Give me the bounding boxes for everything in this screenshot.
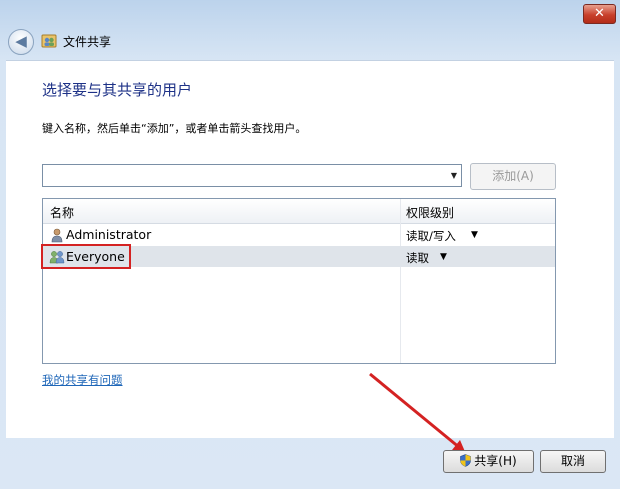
share-button[interactable]: 共享(H) (443, 450, 534, 473)
chevron-down-icon[interactable]: ▼ (471, 230, 478, 240)
list-header: 名称 权限级别 (43, 199, 555, 224)
permission-dropdown[interactable]: 读取 (406, 250, 429, 266)
user-icon (51, 228, 63, 243)
user-name-combobox[interactable]: ▼ (42, 164, 462, 187)
window-frame: ✕ ◀ 文件共享 选择要与其共享的用户 键入名称，然后单击“添加”，或者单击箭头… (0, 0, 620, 489)
instruction-text: 键入名称，然后单击“添加”，或者单击箭头查找用户。 (42, 122, 307, 135)
permission-dropdown[interactable]: 读取/写入 (406, 228, 456, 244)
highlight-annotation-box (41, 244, 131, 269)
sharing-user-list[interactable]: 名称 权限级别 Administrator 读取/写入 ▼ Everyone 读… (42, 198, 556, 364)
cancel-button[interactable]: 取消 (540, 450, 606, 473)
window-title: 文件共享 (63, 35, 112, 49)
back-arrow-icon: ◀ (15, 32, 27, 50)
add-button[interactable]: 添加(A) (470, 163, 556, 190)
close-icon: ✕ (594, 6, 605, 21)
chevron-down-icon[interactable]: ▼ (440, 252, 447, 262)
column-header-permission[interactable]: 权限级别 (406, 204, 454, 221)
help-link[interactable]: 我的共享有问题 (42, 372, 123, 388)
file-sharing-icon (41, 34, 57, 48)
back-button[interactable]: ◀ (8, 29, 34, 55)
dropdown-arrow-icon[interactable]: ▼ (451, 171, 457, 180)
uac-shield-icon (460, 454, 472, 467)
close-button[interactable]: ✕ (583, 4, 616, 24)
table-row-administrator[interactable]: Administrator 读取/写入 ▼ (43, 224, 555, 245)
column-header-name[interactable]: 名称 (50, 204, 74, 221)
row-name: Administrator (66, 227, 152, 242)
page-heading: 选择要与其共享的用户 (42, 81, 193, 99)
permission-value: 读取 (406, 251, 429, 265)
permission-value: 读取/写入 (406, 229, 456, 243)
share-label: 共享(H) (474, 454, 517, 468)
